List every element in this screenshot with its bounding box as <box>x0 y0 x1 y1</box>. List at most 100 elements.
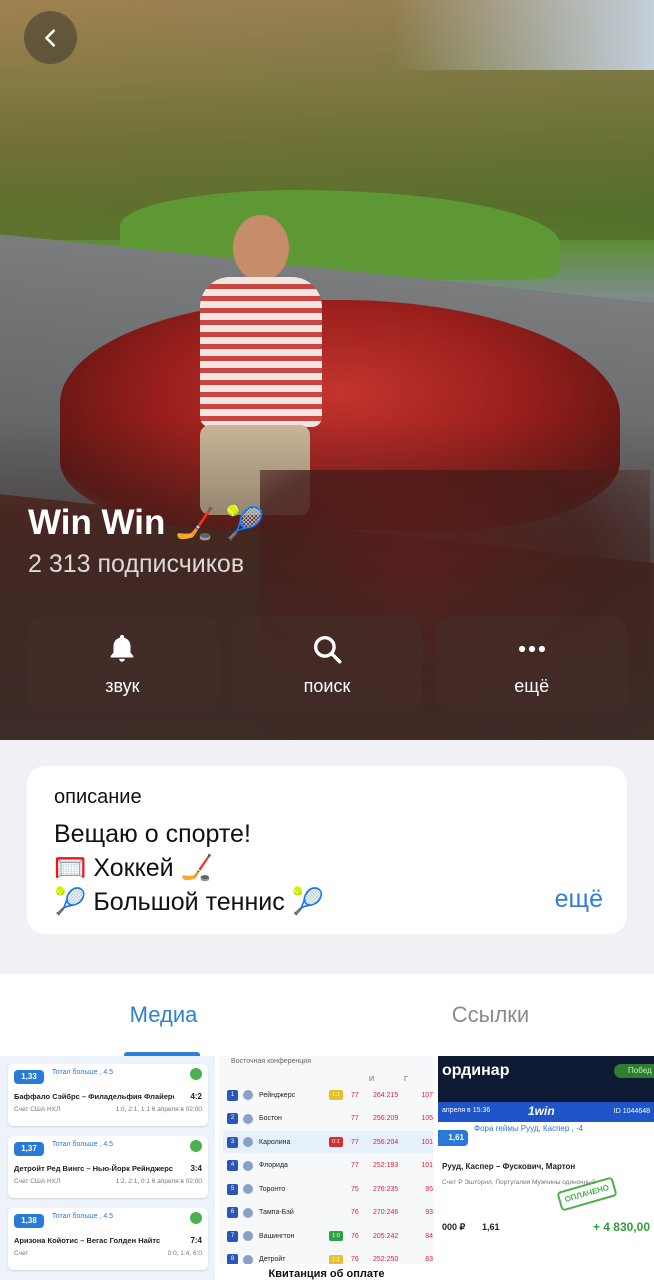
bet-card: 1,37 Тотал больше , 4.5 Детройт Ред Винг… <box>8 1136 208 1198</box>
sound-button[interactable]: звук <box>27 616 218 712</box>
won-badge: Побед <box>614 1064 654 1078</box>
standings-badge: 1:1 <box>329 1090 343 1100</box>
channel-name-emojis: 🏒 🎾 <box>175 504 265 542</box>
standings-team: Торонто <box>259 1185 286 1193</box>
bet-market: Тотал больше , 4.5 <box>52 1141 114 1148</box>
standings-position: 3 <box>227 1136 238 1148</box>
standings-points: 95 <box>425 1185 433 1193</box>
receipt-market: Фора геймы Рууд, Каспер , -4 <box>474 1124 584 1133</box>
standings-goals: 252:250 <box>373 1256 399 1263</box>
standings-goals: 264:215 <box>373 1091 399 1099</box>
receipt-date: апреля в 15:36 <box>442 1107 491 1114</box>
team-logo-icon <box>243 1113 253 1124</box>
description-card: описание Вещаю о спорте! 🥅 Хоккей 🏒 🎾 Бо… <box>27 766 627 934</box>
tab-media-label: Медиа <box>129 1002 198 1027</box>
standings-row: 1 Рейнджерс 1:1 77 264:215 107 <box>223 1084 433 1106</box>
standings-team: Детройт <box>259 1256 286 1263</box>
tab-links[interactable]: Ссылки <box>327 974 654 1056</box>
bet-coef: 1,37 <box>14 1142 44 1156</box>
standings-games: 76 <box>351 1256 359 1263</box>
sound-button-label: звук <box>105 675 140 696</box>
media-thumbnail-2[interactable]: Восточная конференция И Г О 1 Рейнджерс 1:… <box>219 1056 434 1280</box>
photo-person-head <box>233 215 289 281</box>
standings-badge <box>329 1161 343 1171</box>
description-text: Вещаю о спорте! 🥅 Хоккей 🏒 🎾 Большой тен… <box>54 817 600 919</box>
standings-position: 2 <box>227 1113 238 1124</box>
standings-goals: 205:242 <box>373 1232 399 1240</box>
check-icon <box>190 1140 202 1152</box>
standings-position: 5 <box>227 1183 238 1195</box>
back-button[interactable] <box>24 11 77 64</box>
bet-card: 1,38 Тотал больше , 4.5 Аризона Койотис … <box>8 1208 208 1270</box>
channel-cover-photo: Win Win 🏒 🎾 2 313 подписчиков звук поиск… <box>0 0 654 740</box>
team-logo-icon <box>243 1231 253 1241</box>
standings-goals: 270:246 <box>373 1209 399 1216</box>
receipt-caption: Квитанция об оплате <box>219 1264 434 1280</box>
standings-header: И Г О <box>369 1076 434 1083</box>
standings-badge <box>329 1114 343 1124</box>
description-line-2-text: Хоккей <box>93 854 174 882</box>
bet-sub2: 0:0, 1:4, 6:0 <box>167 1250 202 1257</box>
receipt-kf: 1,61 <box>482 1222 500 1232</box>
bet-sub: Счет США НХЛ <box>14 1178 61 1185</box>
search-button[interactable]: поиск <box>231 616 423 712</box>
more-button[interactable]: ещё <box>436 616 628 712</box>
bet-match: Детройт Ред Вингс – Нью-Йорк Рейнджерс <box>14 1164 173 1173</box>
standings-position: 4 <box>227 1160 238 1171</box>
description-line-3-text: Большой теннис <box>93 888 285 916</box>
brand-logo: 1win <box>528 1104 555 1118</box>
standings-points: 93 <box>425 1209 433 1216</box>
receipt-info: Счет Р Эшторил, Португалия Мужчины одино… <box>442 1179 596 1186</box>
receipt-amount: 000 ₽ <box>442 1222 466 1232</box>
bet-sub2: 1:2, 2:1, 0:1 6 апреля в 02:00 <box>115 1178 202 1185</box>
standings-position: 1 <box>227 1089 238 1101</box>
description-line-3: 🎾 Большой теннис 🎾 <box>54 885 600 919</box>
media-thumbnail-1[interactable]: 1,33 Тотал больше , 4.5 Баффало Сэйбрс –… <box>0 1056 215 1280</box>
standings-badge <box>329 1208 343 1218</box>
subscriber-count: 2 313 подписчиков <box>28 550 245 578</box>
standings-row: 4 Флорида 77 252:193 101 <box>223 1155 433 1177</box>
standings-row: 7 Вашингтон 1:0 76 205:242 84 <box>223 1225 433 1247</box>
team-logo-icon <box>243 1254 253 1265</box>
standings-points: 107 <box>421 1091 433 1099</box>
tennis-ball-emoji-end: 🎾 <box>291 887 325 917</box>
tennis-ball-emoji: 🎾 <box>54 887 87 917</box>
receipt-coef: 1,61 <box>438 1130 468 1146</box>
standings-goals: 252:193 <box>373 1162 399 1169</box>
standings-position: 7 <box>227 1230 238 1242</box>
standings-points: 83 <box>425 1256 433 1263</box>
standings-games: 77 <box>351 1138 359 1146</box>
standings-position: 6 <box>227 1207 238 1218</box>
bell-icon <box>110 634 134 662</box>
standings-games: 75 <box>351 1185 359 1193</box>
standings-row: 2 Бостон 77 256:209 105 <box>223 1108 433 1130</box>
bet-coef: 1,38 <box>14 1214 44 1228</box>
description-line-2: 🥅 Хоккей 🏒 <box>54 851 600 885</box>
team-logo-icon <box>243 1184 253 1194</box>
bet-score: 7:4 <box>190 1236 202 1245</box>
standings-games: 77 <box>351 1091 359 1099</box>
standings-row: 6 Тампа-Бэй 76 270:246 93 <box>223 1202 433 1224</box>
standings-goals: 256:209 <box>373 1115 399 1122</box>
channel-profile-screen: Win Win 🏒 🎾 2 313 подписчиков звук поиск… <box>0 0 654 1280</box>
team-logo-icon <box>243 1137 253 1147</box>
bet-coef: 1,33 <box>14 1070 44 1084</box>
check-icon <box>190 1068 202 1080</box>
standings-title: Восточная конференция <box>231 1058 311 1065</box>
team-logo-icon <box>243 1207 253 1218</box>
media-thumbnail-3[interactable]: ординар Побед апреля в 15:36 1win ID 104… <box>438 1056 654 1280</box>
standings-points: 105 <box>421 1115 433 1122</box>
search-button-label: поиск <box>303 675 351 696</box>
channel-name-text: Win Win <box>28 503 166 542</box>
description-more-link[interactable]: ещё <box>555 885 603 914</box>
standings-badge <box>329 1184 343 1194</box>
media-grid: 1,33 Тотал больше , 4.5 Баффало Сэйбрс –… <box>0 1056 654 1280</box>
bet-match: Баффало Сэйбрс – Филадельфия Флайерс <box>14 1092 174 1101</box>
description-line-1: Вещаю о спорте! <box>54 820 251 848</box>
standings-row: 3 Каролина 0:1 77 256:204 101 <box>223 1131 433 1153</box>
tab-media[interactable]: Медиа <box>0 974 327 1056</box>
standings-row: 5 Торонто 75 276:235 95 <box>223 1178 433 1200</box>
standings-badge: 1:0 <box>329 1231 343 1241</box>
standings-team: Вашингтон <box>259 1232 295 1240</box>
standings-header-goals: Г <box>404 1076 408 1083</box>
